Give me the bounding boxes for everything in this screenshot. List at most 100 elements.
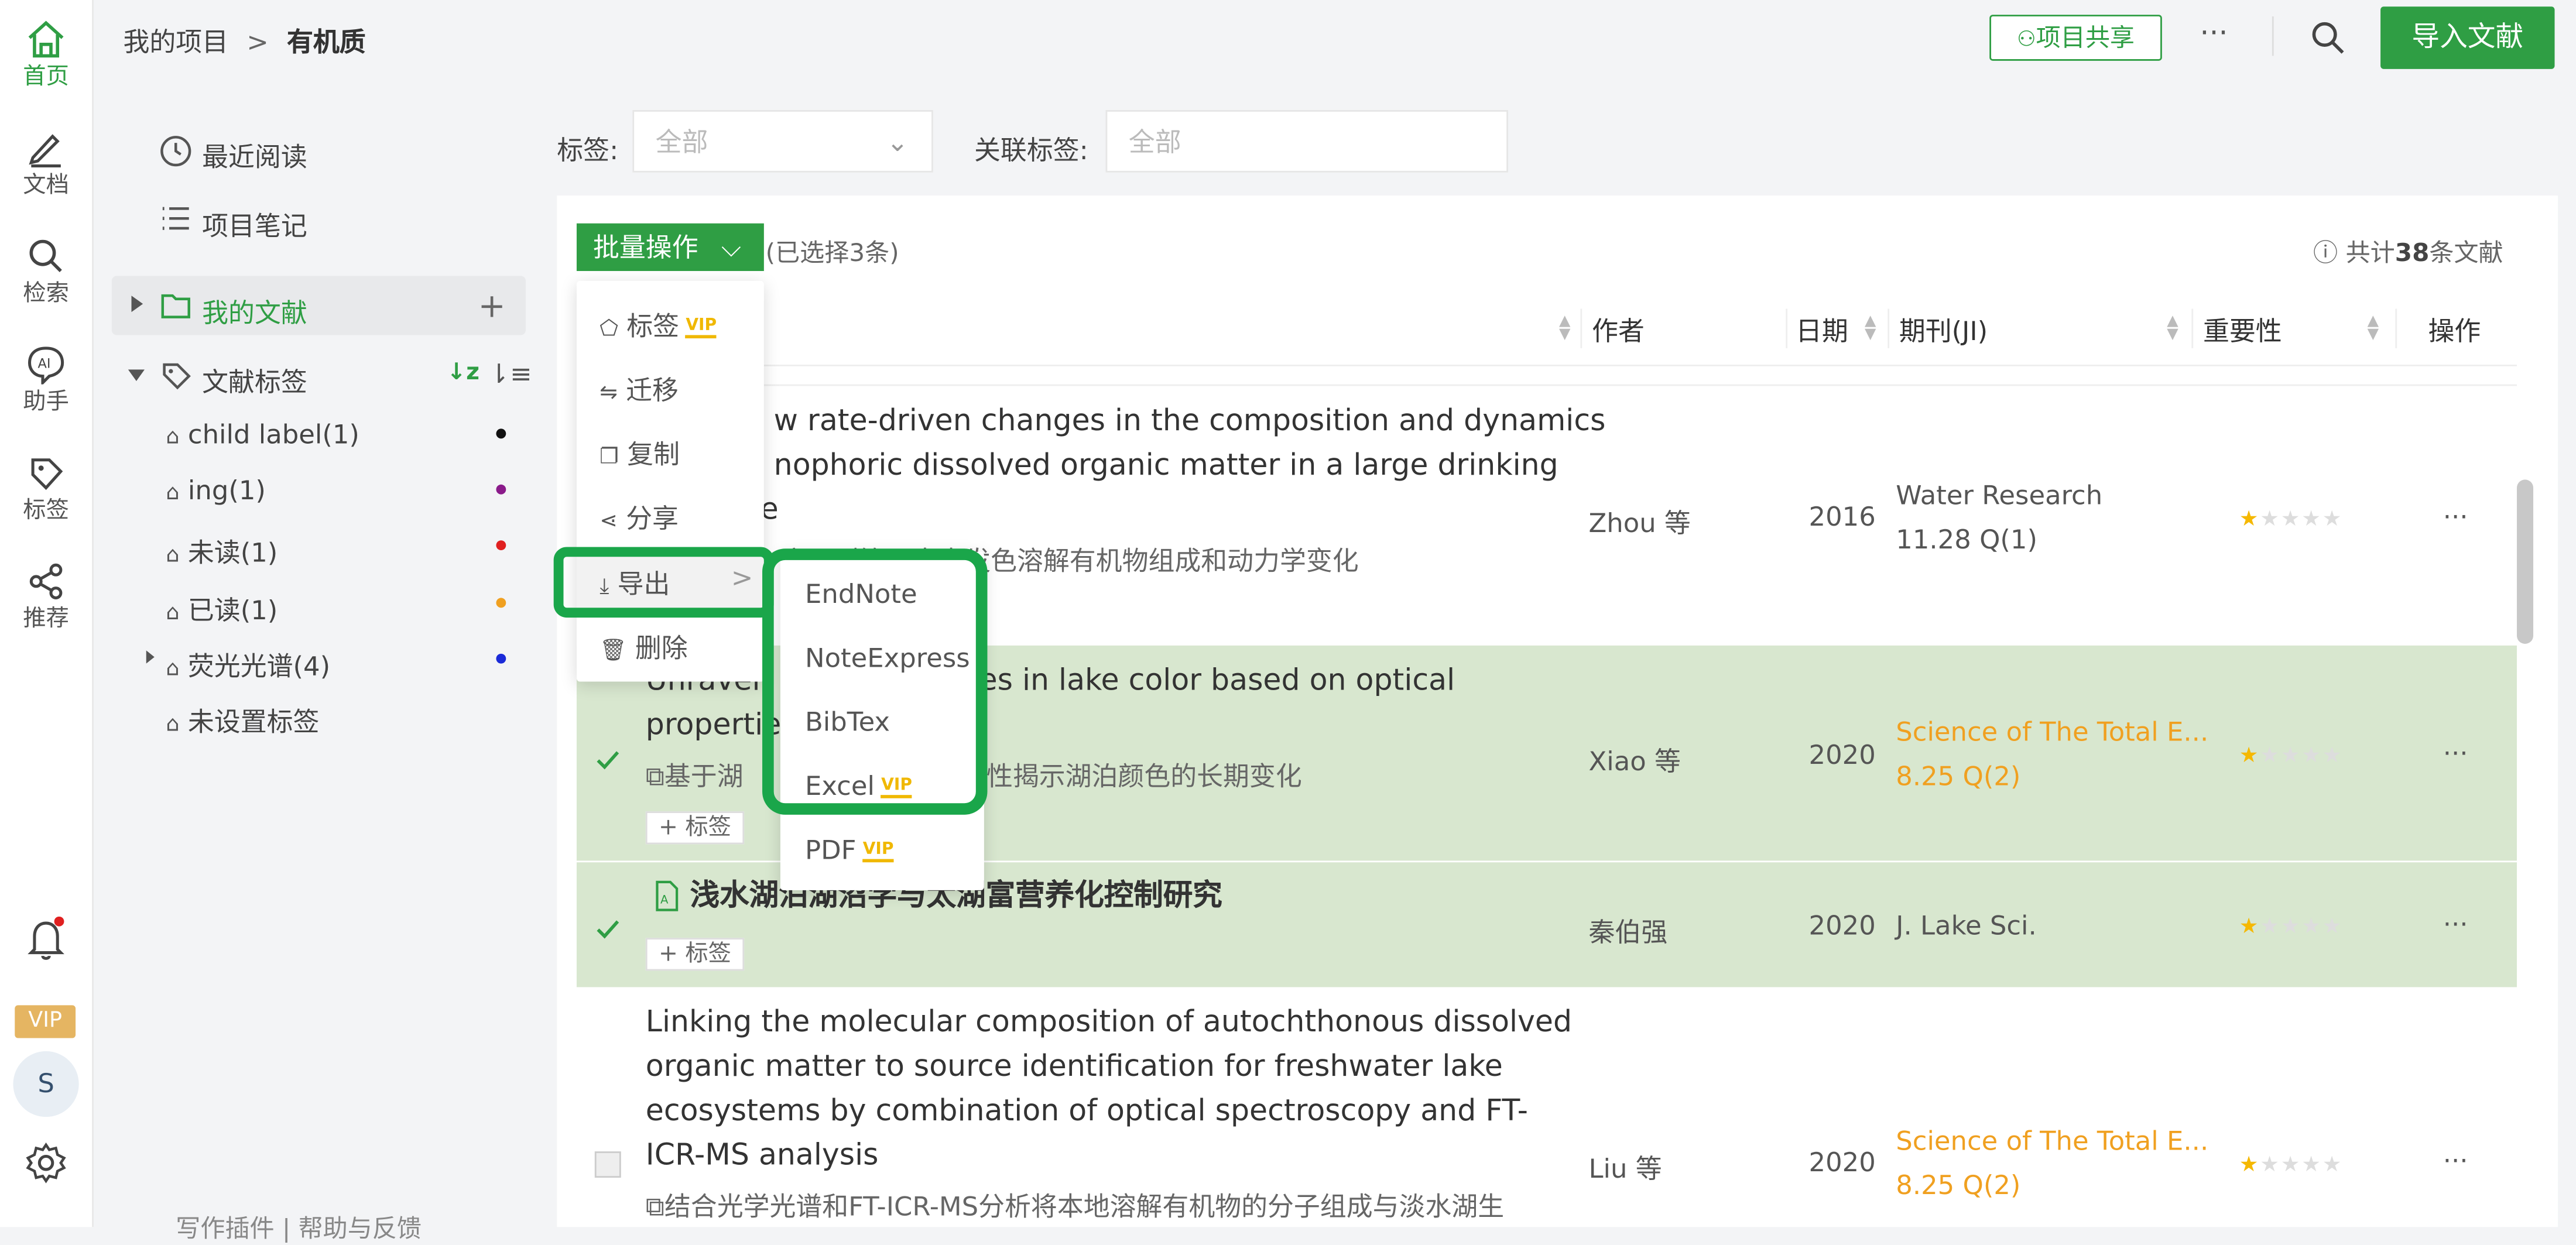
sort-icon[interactable]: ▲ ▼ xyxy=(1865,314,1876,342)
rail-docs[interactable]: 文档 xyxy=(0,128,92,200)
sidebar-project-notes[interactable]: 项目笔记 xyxy=(202,204,307,243)
project-share-label: 项目共享 xyxy=(2036,23,2135,53)
sidebar-tag-item[interactable]: ⌂ ing(1) xyxy=(166,475,266,506)
project-share-button[interactable]: ⚇项目共享 xyxy=(1989,15,2162,61)
related-tag-select[interactable]: 全部 xyxy=(1105,110,1509,173)
importance-stars[interactable]: ★★★★★ xyxy=(2239,507,2344,532)
import-literature-button[interactable]: 导入文献 xyxy=(2380,6,2555,69)
row-title[interactable]: w rate-driven changes in the composition… xyxy=(646,399,1605,532)
rail-recommend[interactable]: 推荐 xyxy=(0,562,92,634)
star-icon[interactable]: ★ xyxy=(2281,915,2302,939)
column-action: 操作 xyxy=(2428,315,2481,347)
star-icon[interactable]: ★ xyxy=(2239,744,2260,769)
row-checkbox[interactable] xyxy=(595,747,621,774)
rail-tags[interactable]: 标签 xyxy=(0,453,92,525)
star-icon[interactable]: ★ xyxy=(2239,1153,2260,1178)
star-icon[interactable]: ★ xyxy=(2301,1153,2322,1178)
importance-stars[interactable]: ★★★★★ xyxy=(2239,1153,2344,1178)
add-tag-button[interactable]: + 标签 xyxy=(645,938,745,971)
tag-color-dot xyxy=(496,484,506,495)
add-folder-button[interactable]: + xyxy=(478,286,506,325)
add-tag-button[interactable]: + 标签 xyxy=(645,811,745,845)
tag-filter-select[interactable]: 全部 ⌄ xyxy=(632,110,933,173)
info-icon: ⓘ xyxy=(2313,238,2338,268)
star-icon[interactable]: ★ xyxy=(2281,744,2302,769)
star-icon[interactable]: ★ xyxy=(2239,915,2260,939)
star-icon[interactable]: ★ xyxy=(2322,915,2344,939)
title-line: Linking the molecular composition of aut… xyxy=(645,1005,1573,1040)
expand-caret-icon[interactable] xyxy=(146,650,155,664)
importance-stars[interactable]: ★★★★★ xyxy=(2239,915,2344,939)
batch-operations-button[interactable]: 批量操作 ⌵ xyxy=(576,223,764,272)
sidebar-recent-reading[interactable]: 最近阅读 xyxy=(202,135,307,174)
star-icon[interactable]: ★ xyxy=(2281,507,2302,532)
breadcrumb-root[interactable]: 我的项目 xyxy=(123,26,228,57)
star-icon[interactable]: ★ xyxy=(2281,1153,2302,1178)
total-number: 38 xyxy=(2395,238,2430,268)
row-journal-metric: 8.25 Q(2) xyxy=(1896,1169,2021,1201)
sort-icon[interactable]: ▲ ▼ xyxy=(1559,314,1570,342)
sidebar-footer-links[interactable]: 写作插件 | 帮助与反馈 xyxy=(176,1210,422,1245)
rail-assistant[interactable]: AI 助手 xyxy=(0,345,92,417)
star-icon[interactable]: ★ xyxy=(2322,507,2344,532)
gear-icon[interactable] xyxy=(25,1141,67,1184)
star-icon[interactable]: ★ xyxy=(2260,744,2281,769)
title-line: nophoric dissolved organic matter in a l… xyxy=(773,448,1558,483)
expand-caret-icon[interactable] xyxy=(131,296,143,313)
rail-search[interactable]: 检索 xyxy=(0,236,92,308)
avatar[interactable]: S xyxy=(13,1051,79,1117)
row-more-button[interactable]: ··· xyxy=(2443,908,2468,939)
row-more-button[interactable]: ··· xyxy=(2443,738,2468,769)
star-icon[interactable]: ★ xyxy=(2260,1153,2281,1178)
row-checkbox[interactable] xyxy=(594,1151,621,1178)
star-icon[interactable]: ★ xyxy=(2301,744,2322,769)
menu-item-delete[interactable]: 🗑 删除 xyxy=(600,626,687,665)
sort-order-icon[interactable]: ⇂≡ xyxy=(488,358,532,389)
star-icon[interactable]: ★ xyxy=(2322,744,2344,769)
column-importance[interactable]: 重要性 xyxy=(2203,309,2282,348)
star-icon[interactable]: ★ xyxy=(2301,915,2322,939)
rail-home[interactable]: 首页 xyxy=(0,20,92,92)
tag-label: 已读(1) xyxy=(187,594,278,626)
sort-icon[interactable]: ▲ ▼ xyxy=(2368,314,2379,342)
svg-text:AI: AI xyxy=(38,356,51,372)
sidebar-tag-item[interactable]: ⌂ 未读(1) xyxy=(166,530,278,570)
star-icon[interactable]: ★ xyxy=(2260,507,2281,532)
sort-az-icon[interactable]: ↓z xyxy=(447,360,479,386)
menu-item-share[interactable]: ⋖ 分享 xyxy=(600,496,679,535)
sidebar-tag-item[interactable]: ⌂ 已读(1) xyxy=(166,588,278,627)
row-more-button[interactable]: ··· xyxy=(2443,501,2468,532)
menu-item-transfer[interactable]: ⇋ 迁移 xyxy=(600,368,679,407)
row-title[interactable]: Linking the molecular composition of aut… xyxy=(646,1000,1572,1178)
row-checkbox[interactable] xyxy=(595,917,621,943)
sidebar-tag-item[interactable]: ⌂ 荧光光谱(4) xyxy=(166,644,330,683)
more-menu-button[interactable]: ··· xyxy=(2200,16,2228,51)
breadcrumb-current: 有机质 xyxy=(286,26,366,58)
importance-stars[interactable]: ★★★★★ xyxy=(2239,744,2344,769)
star-icon[interactable]: ★ xyxy=(2260,915,2281,939)
column-journal[interactable]: 期刊(JI) xyxy=(1899,309,1988,348)
sidebar-tag-item[interactable]: ⌂ child label(1) xyxy=(166,419,359,450)
breadcrumb-separator: > xyxy=(246,26,269,58)
menu-item-delete-label: 删除 xyxy=(635,632,688,664)
sidebar-tag-item[interactable]: ⌂ 未设置标签 xyxy=(166,699,319,739)
star-icon[interactable]: ★ xyxy=(2239,507,2260,532)
menu-item-tag[interactable]: ⬠ 标签 VIP xyxy=(600,304,717,343)
tags-icon xyxy=(163,363,191,390)
column-author[interactable]: 作者 xyxy=(1592,309,1645,348)
column-date[interactable]: 日期 xyxy=(1796,309,1848,348)
vip-badge[interactable]: VIP xyxy=(15,1005,76,1038)
image-icon: ⧉ xyxy=(645,760,664,792)
sort-icon[interactable]: ▲ ▼ xyxy=(2167,314,2178,342)
scrollbar-thumb[interactable] xyxy=(2516,479,2534,644)
collapse-caret-icon[interactable] xyxy=(128,369,145,382)
row-year: 2020 xyxy=(1808,910,1876,941)
row-more-button[interactable]: ··· xyxy=(2443,1145,2468,1176)
search-icon[interactable] xyxy=(2310,20,2346,56)
star-icon[interactable]: ★ xyxy=(2322,1153,2344,1178)
menu-item-copy[interactable]: ❐ 复制 xyxy=(600,432,680,471)
column-divider xyxy=(1888,308,1890,348)
star-icon[interactable]: ★ xyxy=(2301,507,2322,532)
bell-icon[interactable] xyxy=(26,916,66,963)
export-pdf[interactable]: PDF VIP xyxy=(805,835,894,866)
